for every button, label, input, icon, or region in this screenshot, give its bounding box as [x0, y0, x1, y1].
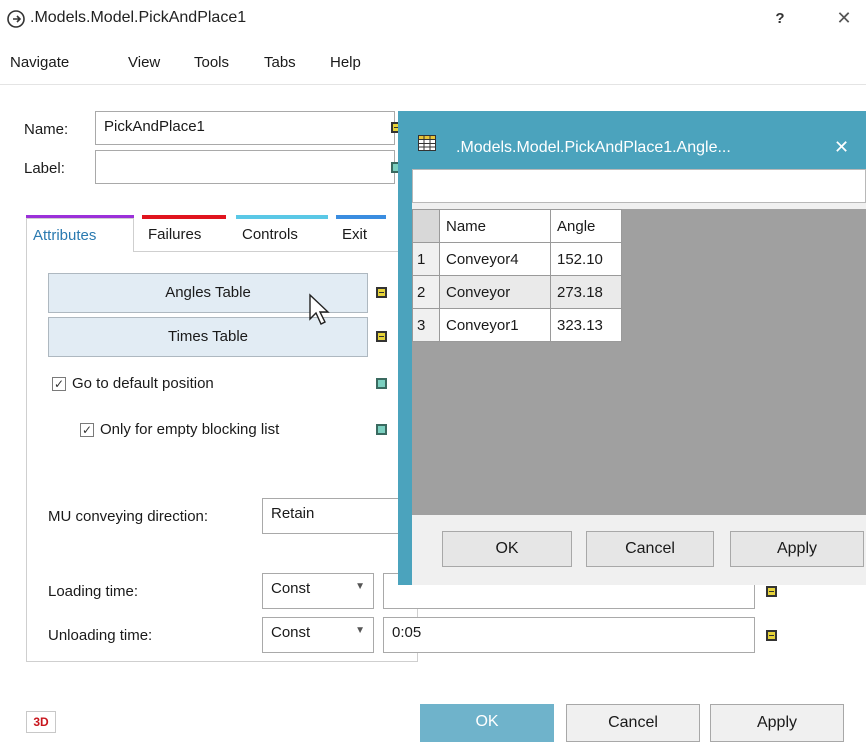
- window-title: .Models.Model.PickAndPlace1: [30, 9, 247, 26]
- go-default-label: Go to default position: [72, 375, 214, 392]
- mouse-pointer-icon: [309, 293, 330, 325]
- chevron-down-icon: ▼: [355, 581, 365, 592]
- cell-name[interactable]: Conveyor: [439, 275, 551, 309]
- row-index[interactable]: 2: [412, 275, 440, 309]
- angles-grid: Name Angle 1 Conveyor4 152.10 2 Conveyor…: [412, 209, 866, 515]
- angles-table-window: .Models.Model.PickAndPlace1.Angle... ✕ N…: [398, 111, 866, 585]
- unloading-time-label: Unloading time:: [48, 627, 153, 644]
- row-index[interactable]: 1: [412, 242, 440, 276]
- unloading-inherit-icon[interactable]: [766, 630, 777, 641]
- table-header-row: Name Angle: [412, 209, 622, 243]
- column-header-name[interactable]: Name: [439, 209, 551, 243]
- angles-inherit-icon[interactable]: [376, 287, 387, 298]
- table-icon: [418, 135, 436, 151]
- table-row[interactable]: 2 Conveyor 273.18: [412, 275, 622, 309]
- cell-name[interactable]: Conveyor4: [439, 242, 551, 276]
- menu-tools[interactable]: Tools: [194, 54, 229, 71]
- tab-failures[interactable]: Failures: [142, 218, 232, 252]
- go-default-checkbox[interactable]: ✓: [52, 377, 66, 391]
- tab-attributes[interactable]: Attributes: [26, 218, 134, 252]
- loading-type-select[interactable]: Const ▼: [262, 573, 374, 609]
- table-ok-button[interactable]: OK: [442, 531, 572, 567]
- menu-separator: [0, 84, 866, 85]
- tab-exit[interactable]: Exit: [336, 218, 386, 252]
- only-empty-inherit-icon[interactable]: [376, 424, 387, 435]
- label-label: Label:: [24, 160, 65, 177]
- app-icon: [7, 10, 25, 28]
- menu-view[interactable]: View: [128, 54, 160, 71]
- row-index[interactable]: 3: [412, 308, 440, 342]
- menu-help[interactable]: Help: [330, 54, 361, 71]
- table-row[interactable]: 3 Conveyor1 323.13: [412, 308, 622, 342]
- close-button[interactable]: ✕: [832, 8, 856, 32]
- loading-inherit-icon[interactable]: [766, 586, 777, 597]
- cell-edit-field[interactable]: [412, 169, 866, 203]
- cancel-button[interactable]: Cancel: [566, 704, 700, 742]
- table-cancel-button[interactable]: Cancel: [586, 531, 714, 567]
- label-field[interactable]: [95, 150, 395, 184]
- mu-direction-label: MU conveying direction:: [48, 508, 209, 525]
- cell-angle[interactable]: 152.10: [550, 242, 622, 276]
- table-row[interactable]: 1 Conveyor4 152.10: [412, 242, 622, 276]
- menu-bar: Navigate View Tools Tabs Help: [0, 44, 866, 84]
- name-label: Name:: [24, 121, 69, 138]
- angles-table: Name Angle 1 Conveyor4 152.10 2 Conveyor…: [412, 209, 622, 342]
- tab-controls[interactable]: Controls: [236, 218, 328, 252]
- menu-navigate[interactable]: Navigate: [10, 54, 69, 71]
- help-button[interactable]: ?: [768, 10, 792, 34]
- chevron-down-icon: ▼: [355, 625, 365, 636]
- name-field[interactable]: PickAndPlace1: [95, 111, 395, 145]
- cell-name[interactable]: Conveyor1: [439, 308, 551, 342]
- loading-time-label: Loading time:: [48, 583, 139, 600]
- table-window-titlebar[interactable]: .Models.Model.PickAndPlace1.Angle... ✕: [398, 111, 866, 167]
- cell-angle[interactable]: 323.13: [550, 308, 622, 342]
- 3d-icon[interactable]: 3D: [26, 711, 56, 733]
- unloading-type-value: Const: [271, 624, 311, 641]
- menu-tabs[interactable]: Tabs: [264, 54, 296, 71]
- go-default-inherit-icon[interactable]: [376, 378, 387, 389]
- cell-angle[interactable]: 273.18: [550, 275, 622, 309]
- table-window-title: .Models.Model.PickAndPlace1.Angle...: [456, 139, 731, 156]
- apply-button[interactable]: Apply: [710, 704, 844, 742]
- mu-direction-select[interactable]: Retain: [262, 498, 402, 534]
- loading-type-value: Const: [271, 580, 311, 597]
- only-empty-label: Only for empty blocking list: [100, 421, 280, 438]
- mu-direction-value: Retain: [271, 505, 315, 522]
- ok-button[interactable]: OK: [420, 704, 554, 742]
- title-bar: .Models.Model.PickAndPlace1 ? ✕: [0, 0, 866, 40]
- table-corner[interactable]: [412, 209, 440, 243]
- table-window-body: Name Angle 1 Conveyor4 152.10 2 Conveyor…: [412, 169, 866, 585]
- only-empty-checkbox[interactable]: ✓: [80, 423, 94, 437]
- times-inherit-icon[interactable]: [376, 331, 387, 342]
- table-apply-button[interactable]: Apply: [730, 531, 864, 567]
- column-header-angle[interactable]: Angle: [550, 209, 622, 243]
- table-window-close-button[interactable]: ✕: [834, 137, 849, 158]
- unloading-time-field[interactable]: 0:05: [383, 617, 755, 653]
- unloading-type-select[interactable]: Const ▼: [262, 617, 374, 653]
